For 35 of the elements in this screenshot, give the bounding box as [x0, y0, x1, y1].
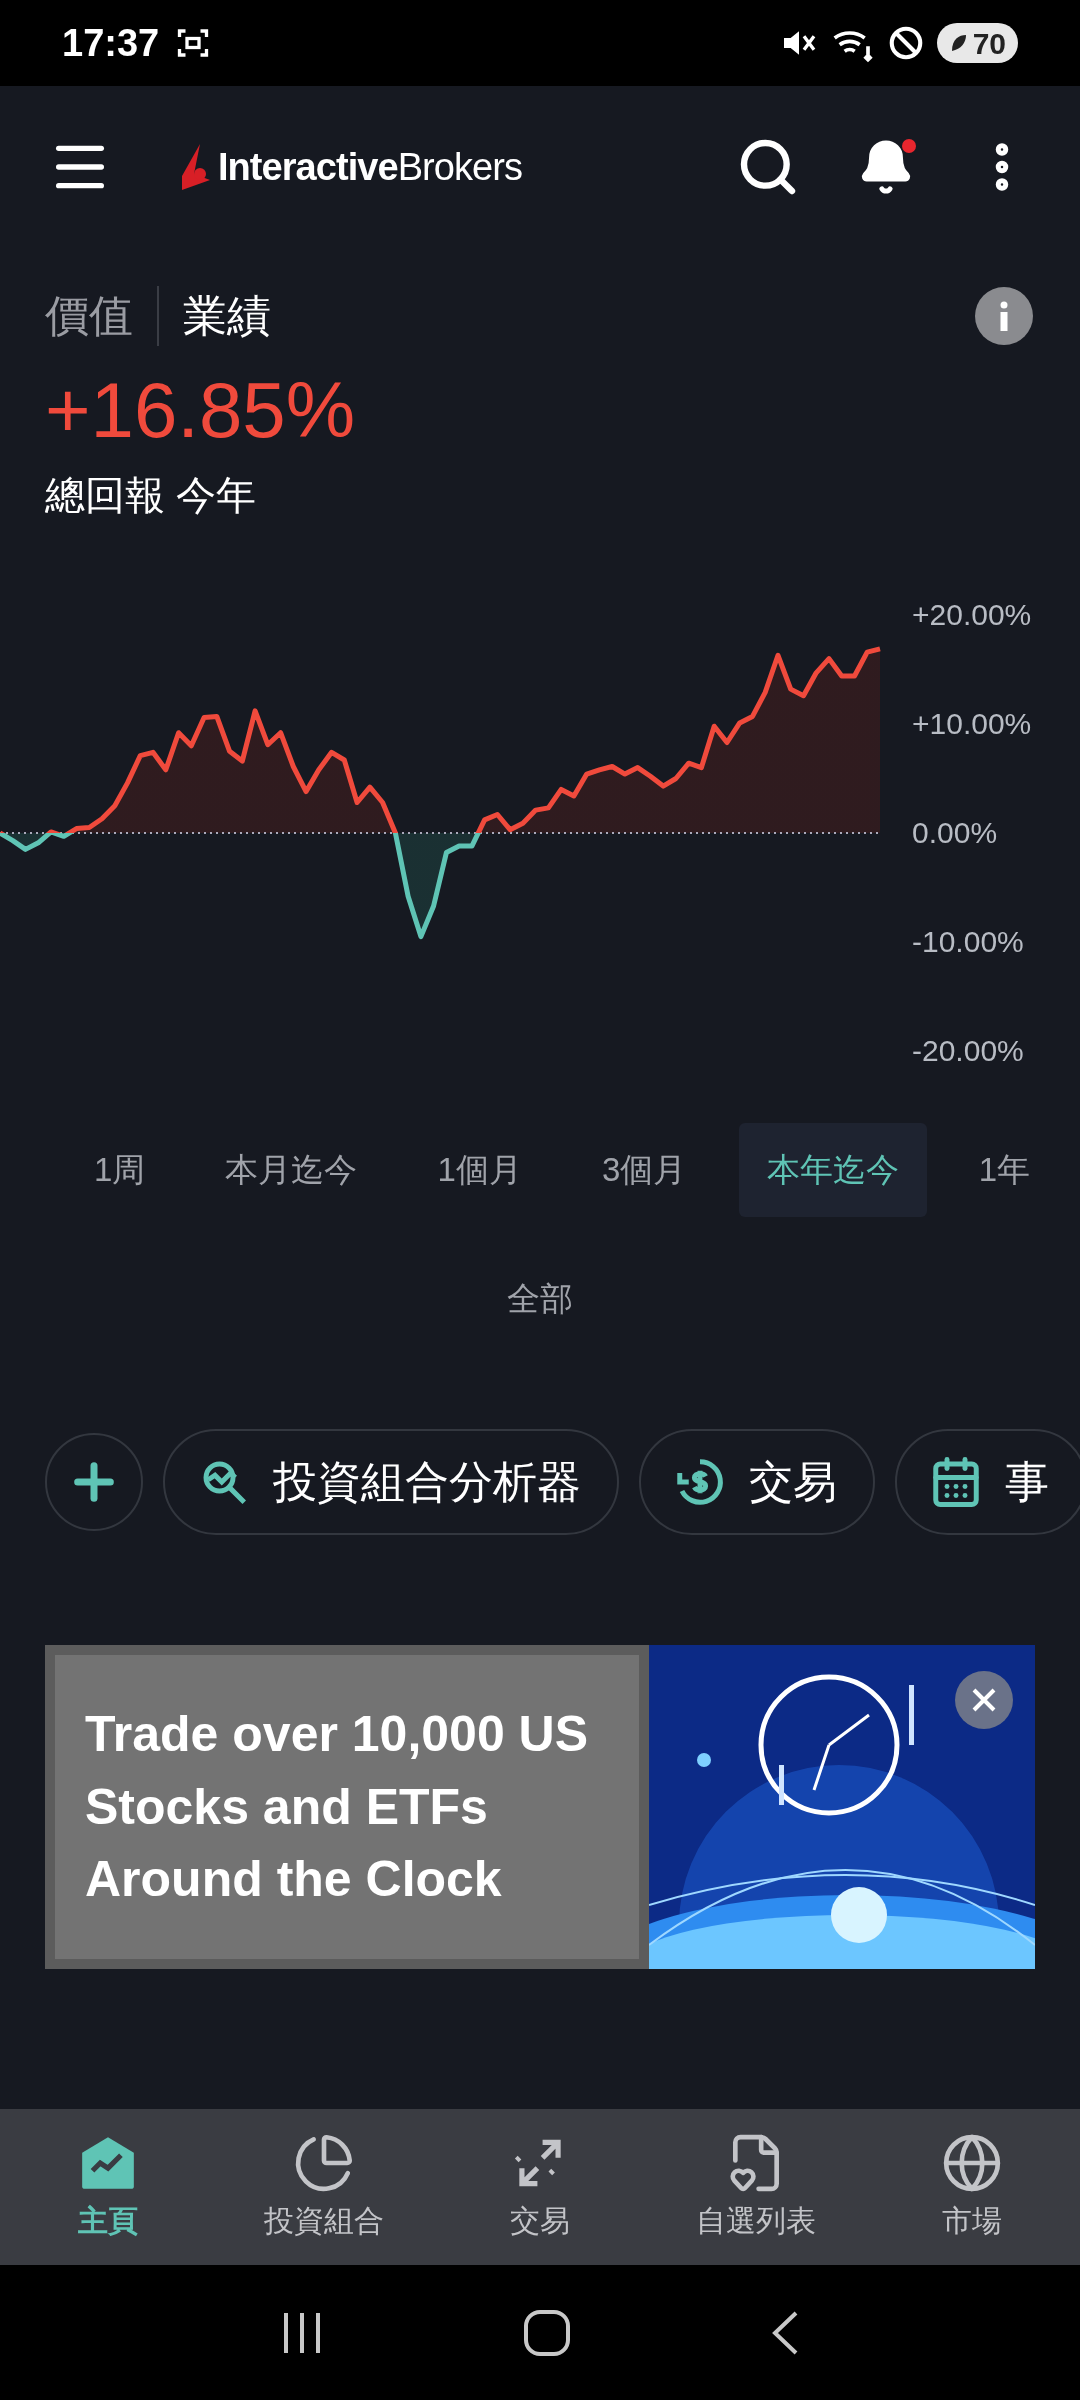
- time-range-tab[interactable]: 3個月: [574, 1123, 715, 1217]
- banner-headline: Trade over 10,000 US Stocks and ETFs Around the Clock: [85, 1705, 590, 1910]
- time-range-tab[interactable]: 1周: [66, 1123, 174, 1217]
- time-range-tab[interactable]: 全部: [479, 1269, 601, 1329]
- y-axis-label: -10.00%: [912, 927, 1024, 957]
- view-tab[interactable]: 價值: [45, 283, 133, 349]
- return-percentage: +16.85%: [44, 371, 357, 449]
- brand-logo-text: InteractiveBrokers: [218, 144, 522, 190]
- nav-tab[interactable]: 市場: [872, 2131, 1072, 2243]
- time-range-tab[interactable]: 本年迄今: [738, 1123, 927, 1217]
- nav-tab[interactable]: 投資組合: [224, 2131, 424, 2243]
- view-tab[interactable]: 業績: [183, 283, 271, 349]
- nav-tab[interactable]: 主頁: [8, 2131, 208, 2243]
- time-range-tab[interactable]: 1個月: [409, 1123, 550, 1217]
- shortcut-chip[interactable]: 事: [895, 1429, 1080, 1535]
- shortcut-chip[interactable]: 投資組合分析器: [163, 1429, 619, 1535]
- home-icon[interactable]: [523, 2308, 571, 2357]
- y-axis-label: +20.00%: [912, 600, 1032, 630]
- time-range-tab[interactable]: 本月迄今: [197, 1123, 386, 1217]
- shortcut-chip[interactable]: 交易: [639, 1429, 875, 1535]
- close-icon: [971, 1687, 997, 1713]
- add-shortcut-button[interactable]: [45, 1433, 143, 1531]
- time-range-tab[interactable]: 1年: [950, 1123, 1058, 1217]
- clock-time: 17:37: [62, 20, 160, 66]
- info-button[interactable]: [975, 287, 1033, 345]
- promo-banner[interactable]: Trade over 10,000 US Stocks and ETFs Around the Clock: [45, 1645, 1035, 1969]
- y-axis-label: 0.00%: [912, 818, 998, 848]
- battery-level: 70: [972, 25, 1006, 62]
- info-icon: [999, 301, 1009, 331]
- return-caption: 總回報 今年: [44, 472, 258, 519]
- nav-tab[interactable]: 自選列表: [656, 2131, 856, 2243]
- logo-icon: [182, 144, 210, 190]
- y-axis-label: -20.00%: [912, 1036, 1024, 1066]
- nav-tab[interactable]: 交易: [440, 2131, 640, 2243]
- y-axis-label: +10.00%: [912, 709, 1032, 739]
